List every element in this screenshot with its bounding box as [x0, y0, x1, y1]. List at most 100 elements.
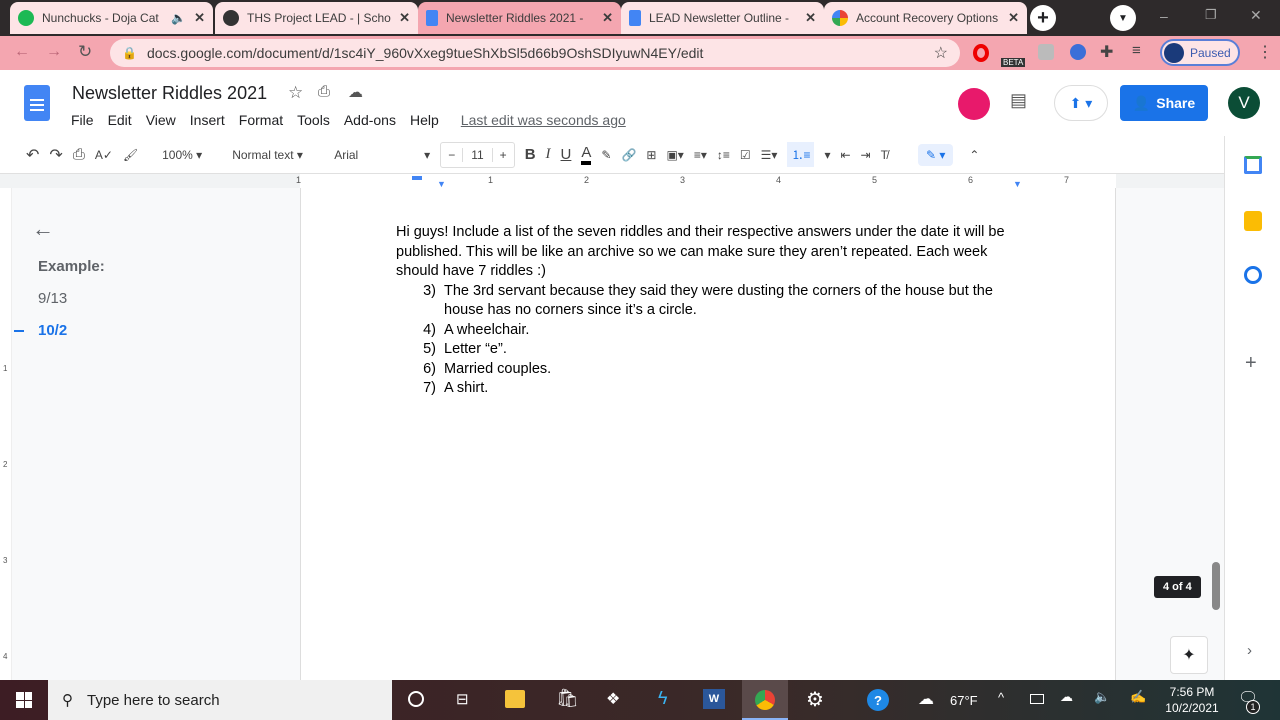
paint-format-icon[interactable]: 🖌 [123, 148, 138, 162]
store-icon[interactable]: 🛍 [556, 688, 579, 709]
first-line-indent-handle[interactable] [412, 176, 422, 180]
close-tab-icon[interactable]: ✕ [805, 10, 816, 26]
volume-icon[interactable]: 🔈 [1094, 689, 1110, 705]
share-button[interactable]: 👤 Share [1120, 85, 1208, 121]
decrease-indent-icon[interactable]: ⇤ [840, 148, 850, 162]
show-hidden-icons[interactable]: ^ [998, 690, 1004, 705]
style-select[interactable]: Normal text ▾ [232, 148, 324, 162]
chrome-menu-icon[interactable]: ⋮ [1257, 42, 1273, 62]
numbered-list-dropdown[interactable]: ▾ [824, 148, 830, 162]
close-tab-icon[interactable]: ✕ [1008, 10, 1019, 26]
font-size-input[interactable]: 11 [462, 147, 493, 162]
editing-mode-button[interactable]: ✎ ▾ [917, 143, 954, 166]
font-select[interactable]: Arial ▾ [334, 148, 430, 162]
italic-icon[interactable]: I [546, 146, 551, 163]
file-explorer-icon[interactable] [505, 690, 525, 708]
present-button[interactable]: ⬆ ▾ [1054, 85, 1108, 121]
print-icon[interactable]: ⎙ [73, 146, 85, 163]
menu-tools[interactable]: Tools [297, 112, 330, 128]
back-icon[interactable]: ← [14, 43, 30, 61]
account-avatar[interactable]: V [1228, 87, 1260, 119]
text-color-icon[interactable]: A [581, 144, 592, 165]
weather-temp[interactable]: 67°F [950, 693, 978, 708]
menu-file[interactable]: File [71, 112, 94, 128]
chrome-taskbar-button[interactable] [742, 680, 788, 720]
comment-icon[interactable]: ⊞ [646, 148, 656, 162]
reload-icon[interactable]: ↻ [78, 42, 92, 62]
media-icon[interactable]: ≡ [1132, 42, 1141, 59]
last-edit-link[interactable]: Last edit was seconds ago [461, 112, 626, 128]
line-spacing-icon[interactable]: ↕≡ [717, 148, 730, 162]
undo-icon[interactable]: ↶ [26, 145, 39, 165]
keep-icon[interactable] [1244, 211, 1262, 231]
close-tab-icon[interactable]: ✕ [194, 10, 205, 26]
highlight-icon[interactable]: ✎ [601, 148, 611, 162]
close-window-button[interactable]: ✕ [1250, 7, 1262, 24]
close-tab-icon[interactable]: ✕ [399, 10, 410, 26]
close-outline-icon[interactable]: ← [32, 216, 54, 242]
address-bar[interactable]: 🔒 docs.google.com/document/d/1sc4iY_960v… [110, 39, 960, 67]
restore-button[interactable]: ❐ [1205, 7, 1217, 23]
horizontal-ruler[interactable]: 1 1 2 3 4 5 6 7 ▼ ▼ [296, 174, 1116, 189]
decrease-font-size-button[interactable]: − [441, 148, 462, 162]
tab-lead-newsletter[interactable]: LEAD Newsletter Outline - ✕ [621, 2, 824, 34]
docs-logo-icon[interactable] [24, 85, 50, 121]
redo-icon[interactable]: ↷ [49, 145, 62, 165]
vertical-ruler[interactable]: 1 2 3 4 [0, 188, 12, 680]
document-page[interactable]: Hi guys! Include a list of the seven rid… [300, 188, 1116, 680]
star-icon[interactable]: ☆ [288, 83, 303, 103]
extension-icon[interactable] [1038, 44, 1054, 60]
align-icon[interactable]: ≡▾ [694, 148, 707, 162]
cloud-status-icon[interactable]: ☁ [348, 83, 363, 101]
document-body[interactable]: Hi guys! Include a list of the seven rid… [396, 223, 1021, 399]
menu-addons[interactable]: Add-ons [344, 112, 396, 128]
word-icon[interactable]: W [703, 689, 725, 709]
taskbar-search-input[interactable]: ⚲ Type here to search [48, 680, 392, 720]
move-icon[interactable]: ⎙ [318, 83, 330, 100]
outline-item[interactable]: 9/13 [38, 290, 67, 307]
minimize-button[interactable]: – [1160, 8, 1168, 24]
outline-item-active[interactable]: 10/2 [38, 322, 67, 339]
tasks-icon[interactable] [1244, 266, 1262, 284]
url-text[interactable]: docs.google.com/document/d/1sc4iY_960vXx… [147, 45, 924, 61]
outline-heading[interactable]: Example: [38, 258, 105, 275]
dropbox-icon[interactable]: ❖ [606, 689, 620, 709]
battery-icon[interactable] [1030, 694, 1044, 704]
collapse-toolbar-icon[interactable]: ⌃ [969, 148, 979, 162]
forward-icon[interactable]: → [46, 43, 62, 61]
bookmark-star-icon[interactable]: ☆ [934, 43, 948, 63]
profile-button[interactable]: Paused [1160, 39, 1240, 66]
tab-ths-project[interactable]: THS Project LEAD - | Schoo ✕ [215, 2, 418, 34]
calendar-icon[interactable] [1244, 156, 1262, 174]
add-addon-icon[interactable]: + [1245, 352, 1257, 375]
image-icon[interactable]: ▣▾ [666, 148, 683, 162]
tab-nunchucks[interactable]: Nunchucks - Doja Cat 🔈 ✕ [10, 2, 213, 34]
speaker-icon[interactable]: 🔈 [171, 11, 186, 25]
checklist-icon[interactable]: ☑ [740, 148, 751, 162]
menu-help[interactable]: Help [410, 112, 439, 128]
extension-icon[interactable] [1070, 44, 1086, 60]
increase-indent-icon[interactable]: ⇥ [861, 148, 871, 162]
document-title[interactable]: Newsletter Riddles 2021 [72, 83, 267, 104]
clock[interactable]: 7:56 PM 10/2/2021 [1160, 684, 1224, 716]
zoom-select[interactable]: 100% ▾ [162, 148, 202, 162]
tab-search-icon[interactable]: ▼ [1110, 5, 1136, 31]
windows-start-icon[interactable] [16, 692, 32, 708]
pen-icon[interactable]: ✍ [1130, 689, 1146, 705]
explore-button[interactable]: ✦ [1170, 636, 1208, 674]
link-icon[interactable]: 🔗 [621, 148, 636, 162]
scrollbar-thumb[interactable] [1212, 562, 1220, 610]
tab-newsletter-riddles[interactable]: Newsletter Riddles 2021 - ✕ [418, 2, 621, 34]
puzzle-icon[interactable]: ✚ [1100, 42, 1113, 62]
comments-icon[interactable]: ▤ [1010, 90, 1027, 111]
underline-icon[interactable]: U [561, 146, 572, 163]
tab-account-recovery[interactable]: Account Recovery Options ✕ [824, 2, 1027, 34]
close-tab-icon[interactable]: ✕ [602, 10, 613, 26]
new-tab-button[interactable]: + [1030, 5, 1056, 31]
task-view-icon[interactable]: ⊟ [456, 690, 469, 708]
numbered-list-icon[interactable]: ⒈≡ [787, 142, 815, 167]
spellcheck-icon[interactable]: A✓ [95, 148, 113, 162]
menu-insert[interactable]: Insert [190, 112, 225, 128]
menu-format[interactable]: Format [239, 112, 283, 128]
menu-view[interactable]: View [146, 112, 176, 128]
